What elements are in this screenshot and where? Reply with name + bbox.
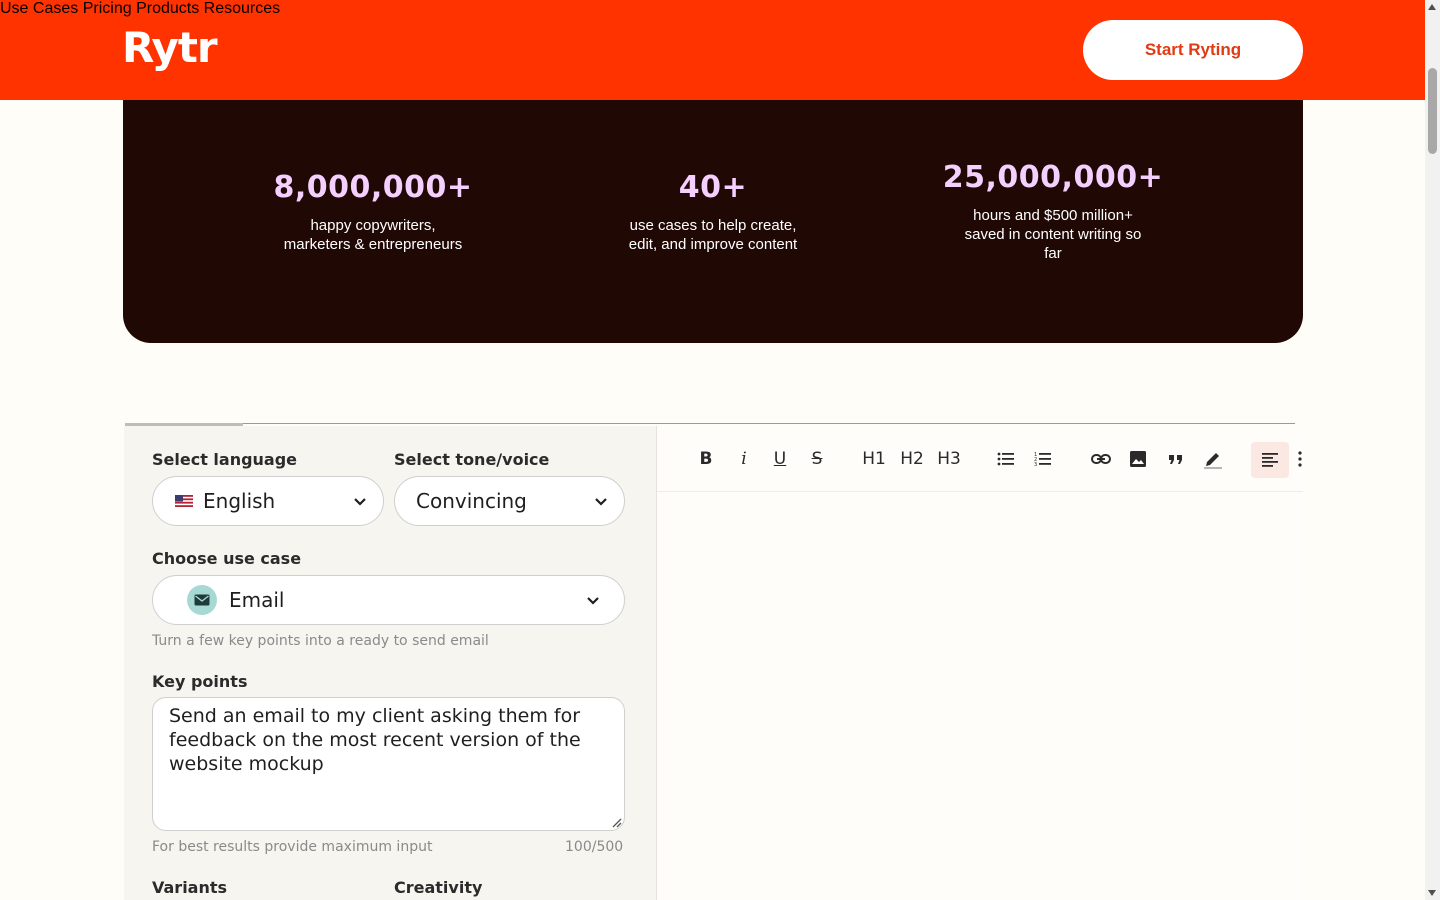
creativity-label: Creativity [394,878,483,897]
scroll-thumb[interactable] [1428,68,1437,154]
variants-label: Variants [152,878,228,897]
language-value: English [203,489,276,513]
keypoints-helper: For best results provide maximum input [152,839,433,855]
chevron-down-icon [587,597,599,605]
usecase-helper: Turn a few key points into a ready to se… [152,633,489,649]
editor-panel[interactable] [657,426,1303,900]
page-scrollbar[interactable] [1425,0,1440,900]
nav-resources[interactable]: Resources [204,0,280,17]
chevron-down-icon [354,498,366,506]
bullet-list-icon[interactable] [994,444,1018,474]
tone-value: Convincing [416,489,527,513]
align-left-icon[interactable] [1251,442,1289,478]
us-flag-icon [175,495,193,507]
email-icon [187,585,217,615]
heading-3-button[interactable]: H3 [934,444,964,474]
stat-description: use cases to help create, edit, and impr… [628,217,798,253]
highlight-icon[interactable] [1201,444,1225,474]
tone-select[interactable]: Convincing [394,476,625,526]
nav-pricing[interactable]: Pricing [83,0,132,17]
image-icon[interactable] [1126,444,1150,474]
strikethrough-button[interactable]: S [806,444,828,474]
usecase-value: Email [229,588,285,612]
svg-text:3: 3 [1034,462,1037,467]
stat-use-cases: 40+ use cases to help create, edit, and … [603,170,823,254]
nav-products[interactable]: Products [136,0,199,17]
language-label: Select language [152,450,298,469]
start-ryting-button[interactable]: Start Ryting [1083,20,1303,80]
language-select[interactable]: English [152,476,384,526]
usecase-select[interactable]: Email [152,575,625,625]
bold-button[interactable]: B [695,444,717,474]
more-icon[interactable] [1297,444,1303,474]
heading-2-button[interactable]: H2 [897,444,927,474]
scroll-down-icon[interactable] [1428,890,1436,896]
stat-users: 8,000,000+ happy copywriters, marketers … [263,170,483,254]
italic-button[interactable]: i [733,444,755,474]
nav-use-cases[interactable]: Use Cases [0,0,78,17]
keypoints-label: Key points [152,672,248,691]
stat-number: 40+ [678,170,748,205]
keypoints-value: Send an email to my client asking them f… [169,705,581,775]
editor-toolbar: B i U S H1 H2 H3 123 [657,426,1303,492]
logo[interactable]: Rytr [122,22,218,74]
scroll-up-icon[interactable] [1428,4,1436,10]
underline-button[interactable]: U [769,444,791,474]
tone-label: Select tone/voice [394,450,550,469]
resize-handle-icon[interactable] [610,816,622,828]
numbered-list-icon[interactable]: 123 [1031,444,1055,474]
quote-icon[interactable] [1164,444,1188,474]
stat-description: hours and $500 million+ saved in content… [964,207,1142,262]
heading-1-button[interactable]: H1 [859,444,889,474]
stat-hours-saved: 25,000,000+ hours and $500 million+ save… [938,160,1168,263]
keypoints-textarea[interactable]: Send an email to my client asking them f… [152,697,625,831]
stat-description: happy copywriters, marketers & entrepren… [283,217,463,253]
stat-number: 8,000,000+ [273,170,473,205]
usecase-label: Choose use case [152,549,302,568]
stats-banner: 8,000,000+ happy copywriters, marketers … [123,100,1303,343]
site-header: Rytr Use Cases Pricing Products Resource… [0,0,1425,100]
link-icon[interactable] [1089,444,1113,474]
stat-number: 25,000,000+ [942,160,1164,195]
demo-tab-divider [125,423,1295,424]
chevron-down-icon [595,498,607,506]
keypoints-char-count: 100/500 [565,839,624,855]
